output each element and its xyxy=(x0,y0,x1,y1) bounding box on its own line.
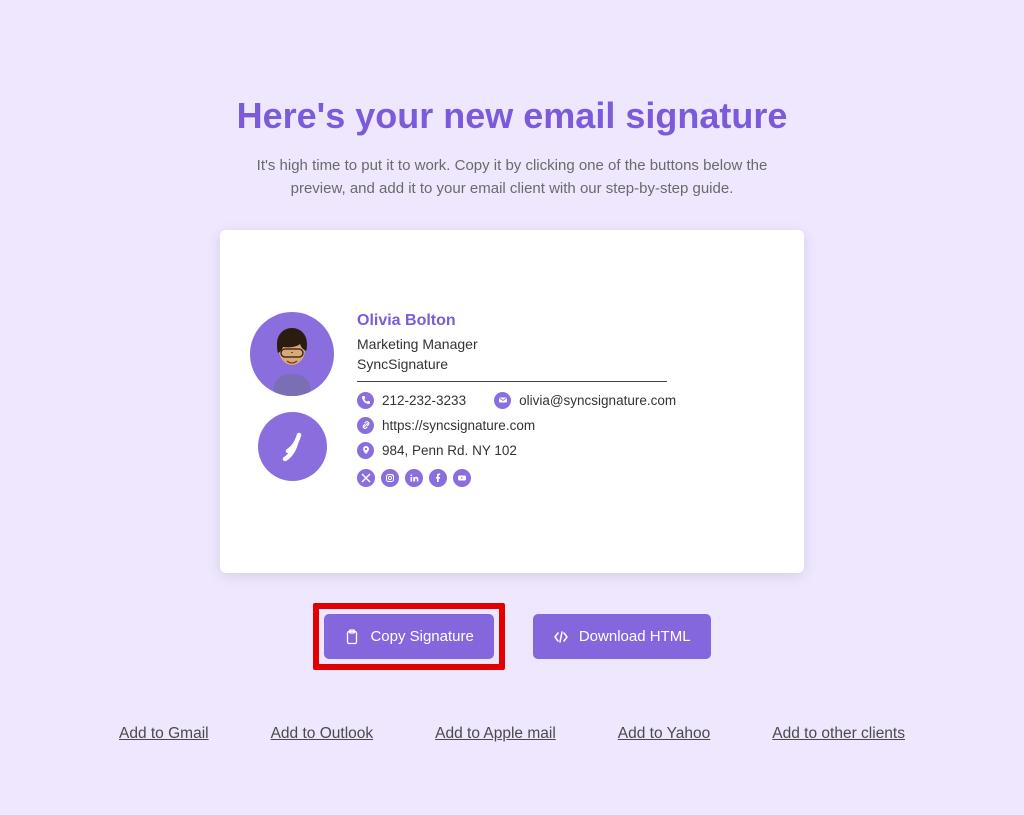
signature-preview-card: Olivia Bolton Marketing Manager SyncSign… xyxy=(220,230,804,573)
add-to-other-clients-link[interactable]: Add to other clients xyxy=(772,725,905,743)
signature-title: Marketing Manager xyxy=(357,334,779,354)
code-icon xyxy=(553,629,569,645)
signature-company: SyncSignature xyxy=(357,354,779,374)
add-to-apple-mail-link[interactable]: Add to Apple mail xyxy=(435,725,556,743)
download-button-label: Download HTML xyxy=(579,628,691,645)
page-title: Here's your new email signature xyxy=(237,95,788,137)
youtube-icon[interactable] xyxy=(453,469,471,487)
email-icon xyxy=(494,392,511,409)
add-to-yahoo-link[interactable]: Add to Yahoo xyxy=(618,725,711,743)
add-to-gmail-link[interactable]: Add to Gmail xyxy=(119,725,209,743)
phone-item: 212-232-3233 xyxy=(357,392,466,409)
add-to-outlook-link[interactable]: Add to Outlook xyxy=(271,725,374,743)
highlight-annotation: Copy Signature xyxy=(313,603,504,670)
instagram-icon[interactable] xyxy=(381,469,399,487)
download-html-button[interactable]: Download HTML xyxy=(533,614,711,659)
divider xyxy=(357,381,667,382)
page-subtitle: It's high time to put it to work. Copy i… xyxy=(237,155,787,200)
x-icon[interactable] xyxy=(357,469,375,487)
copy-button-label: Copy Signature xyxy=(370,628,473,645)
copy-signature-button[interactable]: Copy Signature xyxy=(324,614,493,659)
phone-text: 212-232-3233 xyxy=(382,393,466,408)
linkedin-icon[interactable] xyxy=(405,469,423,487)
avatar xyxy=(250,312,334,396)
signature-name: Olivia Bolton xyxy=(357,312,779,330)
website-text: https://syncsignature.com xyxy=(382,418,535,433)
facebook-icon[interactable] xyxy=(429,469,447,487)
email-text: olivia@syncsignature.com xyxy=(519,393,676,408)
website-item: https://syncsignature.com xyxy=(357,417,535,434)
email-item: olivia@syncsignature.com xyxy=(494,392,676,409)
address-text: 984, Penn Rd. NY 102 xyxy=(382,443,517,458)
company-logo xyxy=(258,412,327,481)
address-item: 984, Penn Rd. NY 102 xyxy=(357,442,517,459)
link-icon xyxy=(357,417,374,434)
clipboard-icon xyxy=(344,629,360,645)
phone-icon xyxy=(357,392,374,409)
location-icon xyxy=(357,442,374,459)
